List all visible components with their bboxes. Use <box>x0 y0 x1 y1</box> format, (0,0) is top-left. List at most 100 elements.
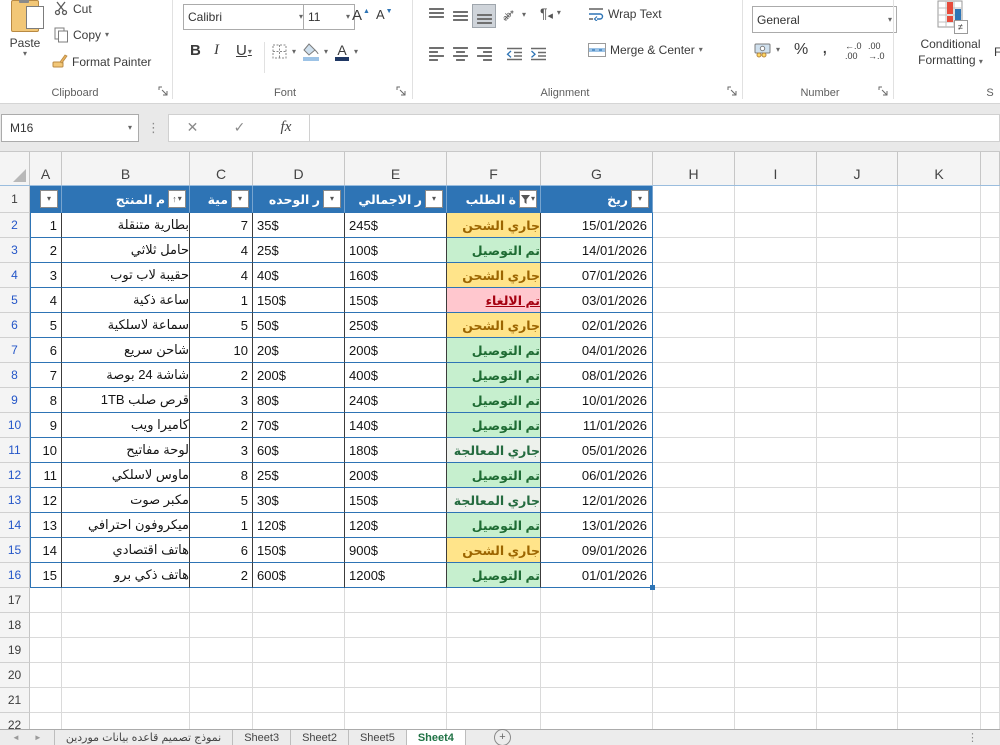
cell-K-17[interactable] <box>898 588 981 613</box>
row-header-22[interactable]: 22 <box>0 713 30 729</box>
cell-H-15[interactable] <box>653 538 735 563</box>
row-header-11[interactable]: 11 <box>0 438 30 463</box>
cell-C-10[interactable]: 2 <box>190 413 253 438</box>
row-header-4[interactable]: 4 <box>0 263 30 288</box>
cell-C-16[interactable]: 2 <box>190 563 253 588</box>
cell-E-11[interactable]: 180$ <box>345 438 447 463</box>
underline-button[interactable]: U ▾ <box>236 42 252 59</box>
cell-F-17[interactable] <box>447 588 541 613</box>
cell-E-10[interactable]: 140$ <box>345 413 447 438</box>
cell-partial-1[interactable] <box>981 186 1000 213</box>
cell-F-16[interactable]: تم التوصيل <box>447 563 541 588</box>
sheet-nav-right-icon[interactable]: ► <box>34 733 42 742</box>
cell-A-9[interactable]: 8 <box>30 388 62 413</box>
cell-H-5[interactable] <box>653 288 735 313</box>
cell-J-10[interactable] <box>817 413 898 438</box>
cell-K-19[interactable] <box>898 638 981 663</box>
cell-H-1[interactable] <box>653 186 735 213</box>
cell-C-11[interactable]: 3 <box>190 438 253 463</box>
cell-I-15[interactable] <box>735 538 817 563</box>
cell-A-20[interactable] <box>30 663 62 688</box>
cell-J-13[interactable] <box>817 488 898 513</box>
cell-I-2[interactable] <box>735 213 817 238</box>
decrease-decimal-button[interactable]: .00 →.0 <box>868 41 885 62</box>
cell-K-20[interactable] <box>898 663 981 688</box>
cell-B-6[interactable]: سماعة لاسلكية <box>62 313 190 338</box>
cell-K-13[interactable] <box>898 488 981 513</box>
cell-K-2[interactable] <box>898 213 981 238</box>
cell-D-14[interactable]: 120$ <box>253 513 345 538</box>
cell-H-3[interactable] <box>653 238 735 263</box>
cell-J-21[interactable] <box>817 688 898 713</box>
cell-D-4[interactable]: 40$ <box>253 263 345 288</box>
cell-H-14[interactable] <box>653 513 735 538</box>
cell-K-12[interactable] <box>898 463 981 488</box>
cell-K-22[interactable] <box>898 713 981 729</box>
increase-indent-button[interactable] <box>526 42 550 66</box>
cell-D-2[interactable]: 35$ <box>253 213 345 238</box>
cell-C-12[interactable]: 8 <box>190 463 253 488</box>
cell-J-6[interactable] <box>817 313 898 338</box>
column-header-K[interactable]: K <box>898 152 981 185</box>
cell-D-16[interactable]: 600$ <box>253 563 345 588</box>
formula-input[interactable] <box>310 113 1000 142</box>
cell-G-10[interactable]: 11/01/2026 <box>541 413 653 438</box>
cell-G-17[interactable] <box>541 588 653 613</box>
text-direction-button[interactable]: ¶◀ ▾ <box>540 5 561 21</box>
cell-C-21[interactable] <box>190 688 253 713</box>
cell-B-20[interactable] <box>62 663 190 688</box>
borders-button[interactable]: ▾ <box>272 44 296 60</box>
cell-K-4[interactable] <box>898 263 981 288</box>
cell-A-10[interactable]: 9 <box>30 413 62 438</box>
font-name-combo[interactable]: Calibri ▾ <box>183 4 308 30</box>
cell-G-6[interactable]: 02/01/2026 <box>541 313 653 338</box>
clipboard-dialog-launcher[interactable] <box>158 86 170 98</box>
cell-partial-14[interactable] <box>981 513 1000 538</box>
cell-B-17[interactable] <box>62 588 190 613</box>
cell-K-1[interactable] <box>898 186 981 213</box>
cell-G-4[interactable]: 07/01/2026 <box>541 263 653 288</box>
cell-K-21[interactable] <box>898 688 981 713</box>
cell-G-11[interactable]: 05/01/2026 <box>541 438 653 463</box>
cell-A-15[interactable]: 14 <box>30 538 62 563</box>
cell-I-10[interactable] <box>735 413 817 438</box>
cell-G-2[interactable]: 15/01/2026 <box>541 213 653 238</box>
cell-F-3[interactable]: تم التوصيل <box>447 238 541 263</box>
cell-partial-4[interactable] <box>981 263 1000 288</box>
cell-J-22[interactable] <box>817 713 898 729</box>
row-header-5[interactable]: 5 <box>0 288 30 313</box>
cell-B-4[interactable]: حقيبة لاب توب <box>62 263 190 288</box>
row-header-3[interactable]: 3 <box>0 238 30 263</box>
cell-K-14[interactable] <box>898 513 981 538</box>
cell-K-9[interactable] <box>898 388 981 413</box>
cell-G-21[interactable] <box>541 688 653 713</box>
row-header-13[interactable]: 13 <box>0 488 30 513</box>
row-header-17[interactable]: 17 <box>0 588 30 613</box>
cell-partial-8[interactable] <box>981 363 1000 388</box>
column-header-F[interactable]: F <box>447 152 541 185</box>
cell-partial-21[interactable] <box>981 688 1000 713</box>
cell-E-8[interactable]: 400$ <box>345 363 447 388</box>
cell-I-21[interactable] <box>735 688 817 713</box>
cell-F-6[interactable]: جاري الشحن <box>447 313 541 338</box>
cell-J-19[interactable] <box>817 638 898 663</box>
format-painter-button[interactable]: Format Painter <box>52 54 151 69</box>
cell-I-6[interactable] <box>735 313 817 338</box>
cell-B-19[interactable] <box>62 638 190 663</box>
insert-function-button[interactable]: fx <box>281 119 292 136</box>
cell-partial-15[interactable] <box>981 538 1000 563</box>
cell-I-20[interactable] <box>735 663 817 688</box>
cell-C-2[interactable]: 7 <box>190 213 253 238</box>
number-format-combo[interactable]: General ▾ <box>752 6 897 33</box>
column-header-C[interactable]: C <box>190 152 253 185</box>
cell-F-11[interactable]: جاري المعالجة <box>447 438 541 463</box>
row-header-2[interactable]: 2 <box>0 213 30 238</box>
filter-button-F-filter-icon[interactable]: ▾ <box>519 190 537 208</box>
cell-D-5[interactable]: 150$ <box>253 288 345 313</box>
cell-C-5[interactable]: 1 <box>190 288 253 313</box>
cell-E-14[interactable]: 120$ <box>345 513 447 538</box>
cell-K-16[interactable] <box>898 563 981 588</box>
cell-D-20[interactable] <box>253 663 345 688</box>
cell-D-6[interactable]: 50$ <box>253 313 345 338</box>
cell-K-11[interactable] <box>898 438 981 463</box>
